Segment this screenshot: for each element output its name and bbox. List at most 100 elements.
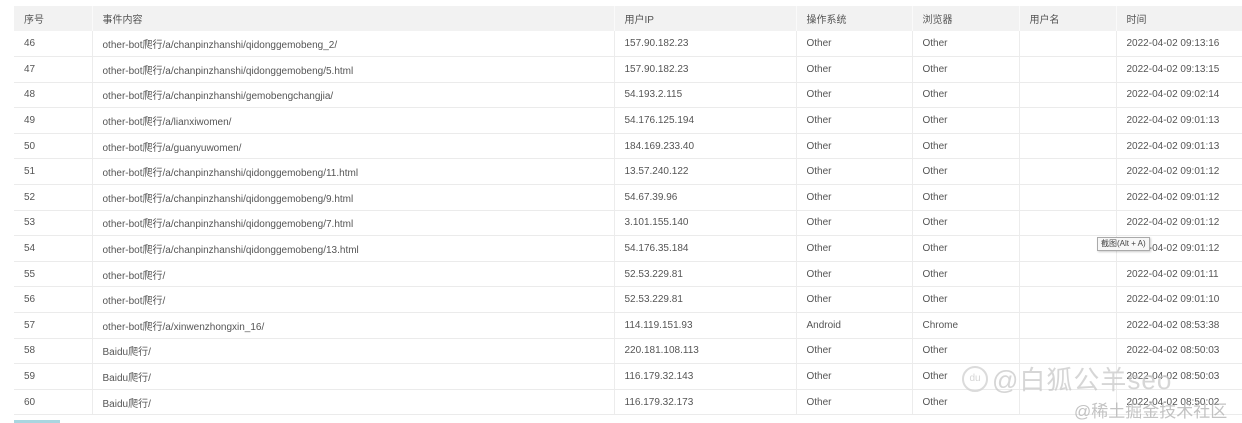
cell-index: 54 xyxy=(14,235,93,262)
cell-index: 48 xyxy=(14,82,93,109)
cell-index: 47 xyxy=(14,56,93,83)
watermark-site: @稀土掘金技术社区 xyxy=(1074,402,1228,421)
cell-index: 46 xyxy=(14,31,93,58)
watermark: du @白狐公羊seo xyxy=(962,360,1172,397)
cell-os: Other xyxy=(796,158,913,186)
cell-ip: 54.176.125.194 xyxy=(614,107,797,134)
cell-ip: 54.176.35.184 xyxy=(614,235,797,262)
cell-username xyxy=(1019,184,1117,211)
header-index[interactable]: 序号 xyxy=(14,6,93,31)
cell-ip: 54.67.39.96 xyxy=(614,184,797,211)
header-browser[interactable]: 浏览器 xyxy=(912,6,1020,31)
cell-index: 60 xyxy=(14,389,93,416)
cell-time: 2022-04-02 09:01:10 xyxy=(1116,286,1242,314)
cell-event: other-bot爬行/a/lianxiwomen/ xyxy=(92,107,615,134)
cell-ip: 116.179.32.173 xyxy=(614,389,797,416)
cell-index: 50 xyxy=(14,133,93,160)
cell-index: 55 xyxy=(14,261,93,288)
cell-event: other-bot爬行/a/guanyuwomen/ xyxy=(92,133,615,160)
cell-username xyxy=(1019,312,1117,339)
cell-ip: 52.53.229.81 xyxy=(614,286,797,314)
cell-browser: Other xyxy=(912,133,1020,160)
table-row[interactable]: 54 other-bot爬行/a/chanpinzhanshi/qidonggem… xyxy=(14,235,1242,262)
cell-time: 2022-04-02 09:01:12 xyxy=(1116,158,1242,186)
table-row[interactable]: 51 other-bot爬行/a/chanpinzhanshi/qidonggem… xyxy=(14,158,1242,186)
cell-event: other-bot爬行/a/chanpinzhanshi/gemobengcha… xyxy=(92,82,615,109)
cell-ip: 52.53.229.81 xyxy=(614,261,797,288)
table-row[interactable]: 46 other-bot爬行/a/chanpinzhanshi/qidonggem… xyxy=(14,31,1242,58)
cell-browser: Other xyxy=(912,82,1020,109)
cell-event: other-bot爬行/a/chanpinzhanshi/qidonggemob… xyxy=(92,235,615,262)
cell-time: 2022-04-02 09:01:11 xyxy=(1116,261,1242,288)
table-row[interactable]: 53 other-bot爬行/a/chanpinzhanshi/qidonggem… xyxy=(14,210,1242,237)
table-header-row: 序号 事件内容 用户IP 操作系统 浏览器 用户名 时间 xyxy=(14,6,1242,31)
table-row[interactable]: 47 other-bot爬行/a/chanpinzhanshi/qidonggem… xyxy=(14,56,1242,83)
cell-os: Other xyxy=(796,286,913,314)
header-os[interactable]: 操作系统 xyxy=(796,6,913,31)
cell-browser: Other xyxy=(912,235,1020,262)
cell-ip: 54.193.2.115 xyxy=(614,82,797,109)
cell-os: Other xyxy=(796,107,913,134)
watermark-author: @白狐公羊seo xyxy=(992,365,1173,395)
screenshot-tooltip: 截图(Alt + A) xyxy=(1097,237,1150,251)
cell-event: other-bot爬行/a/chanpinzhanshi/qidonggemob… xyxy=(92,158,615,186)
cell-index: 52 xyxy=(14,184,93,211)
table-row[interactable]: 57 other-bot爬行/a/xinwenzhongxin_16/114.11… xyxy=(14,312,1242,339)
header-time[interactable]: 时间 xyxy=(1116,6,1242,31)
cell-username xyxy=(1019,210,1117,237)
table-row[interactable]: 49 other-bot爬行/a/lianxiwomen/54.176.125.1… xyxy=(14,107,1242,134)
table-row[interactable]: 52 other-bot爬行/a/chanpinzhanshi/qidonggem… xyxy=(14,184,1242,211)
cell-browser: Chrome xyxy=(912,312,1020,339)
cell-index: 58 xyxy=(14,338,93,365)
cell-os: Other xyxy=(796,133,913,160)
table-body: 46 other-bot爬行/a/chanpinzhanshi/qidonggem… xyxy=(14,31,1242,416)
cell-username xyxy=(1019,31,1117,58)
cell-index: 51 xyxy=(14,158,93,186)
cell-index: 49 xyxy=(14,107,93,134)
cell-username xyxy=(1019,56,1117,83)
cell-browser: Other xyxy=(912,56,1020,83)
cell-event: Baidu爬行/ xyxy=(92,338,615,365)
cell-index: 53 xyxy=(14,210,93,237)
cell-event: Baidu爬行/ xyxy=(92,389,615,416)
header-ip[interactable]: 用户IP xyxy=(614,6,797,31)
cell-username xyxy=(1019,261,1117,288)
cell-ip: 114.119.151.93 xyxy=(614,312,797,339)
cell-os: Other xyxy=(796,184,913,211)
cell-os: Other xyxy=(796,389,913,416)
cell-event: Baidu爬行/ xyxy=(92,363,615,390)
cell-time: 2022-04-02 09:01:12 xyxy=(1116,210,1242,237)
table-row[interactable]: 48 other-bot爬行/a/chanpinzhanshi/gemobengc… xyxy=(14,82,1242,109)
cell-browser: Other xyxy=(912,286,1020,314)
table-row[interactable]: 55 other-bot爬行/52.53.229.81 Other Other 2022… xyxy=(14,261,1242,288)
cell-os: Other xyxy=(796,82,913,109)
cell-username xyxy=(1019,82,1117,109)
cell-event: other-bot爬行/a/xinwenzhongxin_16/ xyxy=(92,312,615,339)
cell-time: 2022-04-02 09:13:16 xyxy=(1116,31,1242,58)
cell-index: 57 xyxy=(14,312,93,339)
cell-ip: 157.90.182.23 xyxy=(614,56,797,83)
table-row[interactable]: 56 other-bot爬行/52.53.229.81 Other Other 2022… xyxy=(14,286,1242,314)
cell-username xyxy=(1019,107,1117,134)
table-row[interactable]: 50 other-bot爬行/a/guanyuwomen/184.169.233.… xyxy=(14,133,1242,160)
cell-os: Other xyxy=(796,235,913,262)
cell-browser: Other xyxy=(912,107,1020,134)
header-event[interactable]: 事件内容 xyxy=(92,6,615,31)
cell-os: Other xyxy=(796,31,913,58)
cell-browser: Other xyxy=(912,184,1020,211)
cell-ip: 3.101.155.140 xyxy=(614,210,797,237)
cell-index: 59 xyxy=(14,363,93,390)
cell-time: 2022-04-02 09:02:14 xyxy=(1116,82,1242,109)
header-username[interactable]: 用户名 xyxy=(1019,6,1117,31)
cell-os: Other xyxy=(796,56,913,83)
cell-os: Android xyxy=(796,312,913,339)
watermark-logo-icon: du xyxy=(962,365,988,392)
cell-index: 56 xyxy=(14,286,93,314)
cell-ip: 157.90.182.23 xyxy=(614,31,797,58)
cell-ip: 220.181.108.113 xyxy=(614,338,797,365)
cell-ip: 13.57.240.122 xyxy=(614,158,797,186)
cell-event: other-bot爬行/a/chanpinzhanshi/qidonggemob… xyxy=(92,210,615,237)
cell-browser: Other xyxy=(912,261,1020,288)
cell-os: Other xyxy=(796,210,913,237)
cell-event: other-bot爬行/a/chanpinzhanshi/qidonggemob… xyxy=(92,31,615,58)
